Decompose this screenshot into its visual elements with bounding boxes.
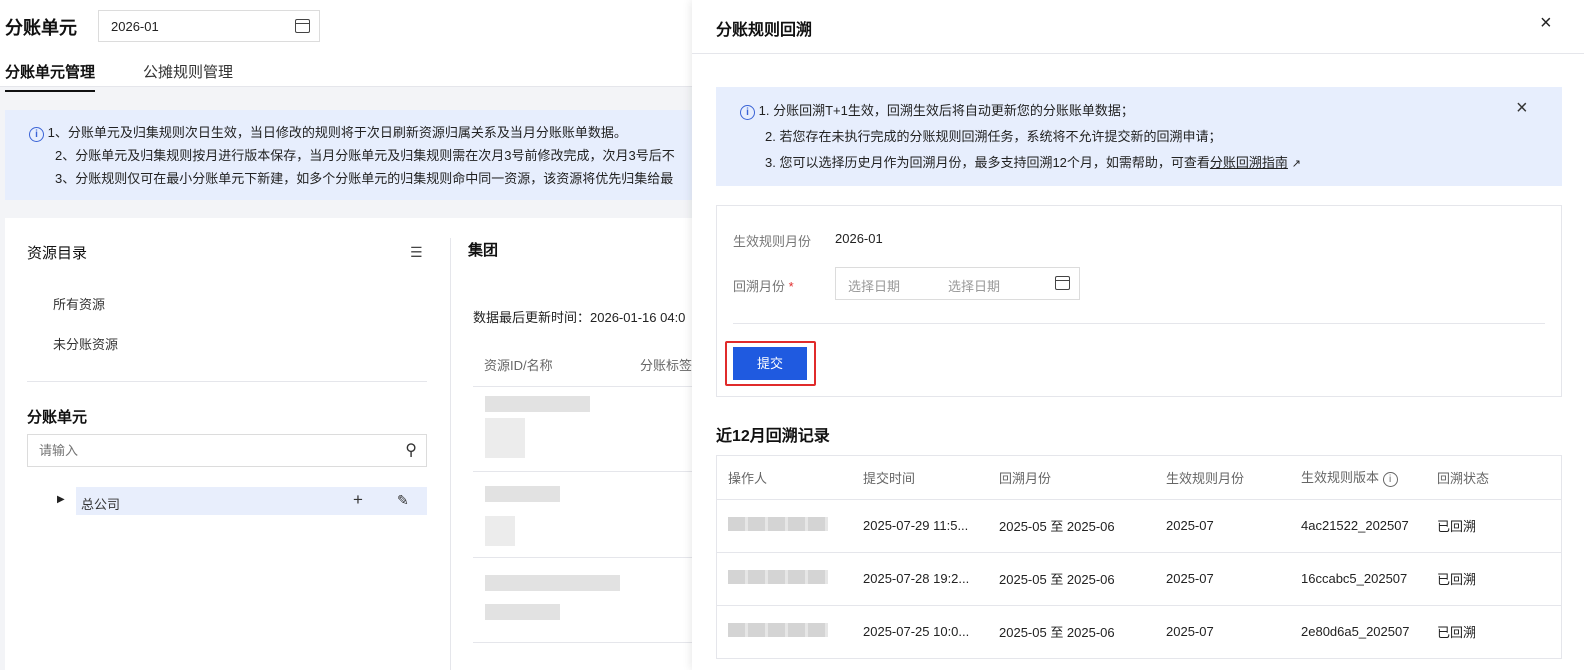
external-link-icon: ↗ [1291,158,1301,170]
notice-line: 3、分账规则仅可在最小分账单元下新建，如多个分账单元的归集规则命中同一资源，该资… [55,171,674,186]
cell-version: 4ac21522_202507 [1290,499,1426,553]
redacted-block [485,604,560,620]
panel-divider [450,238,451,670]
info-icon: i [29,127,44,142]
cell-range: 2025-05 至 2025-06 [988,499,1155,553]
operator-redacted [717,552,852,606]
col-operator: 操作人 [717,456,852,500]
backtrack-month-label: 回溯月份 [733,279,786,294]
cell-status: 已回溯 [1426,499,1561,553]
operator-redacted [717,499,852,553]
unit-search[interactable]: ⚲ [27,434,427,467]
records-title: 近12月回溯记录 [716,428,830,445]
notice-line: 2、分账单元及归集规则按月进行版本保存，当月分账单元及归集规则需在次月3号前修改… [55,148,675,163]
col-tag: 分账标签 [640,358,693,373]
col-effective-month: 生效规则月份 [1155,456,1290,500]
cell-month: 2025-07 [1155,499,1290,553]
info-icon: i [740,105,755,120]
close-notice-icon[interactable]: × [1516,95,1528,121]
record-row: 2025-07-28 19:2... 2025-05 至 2025-06 2025-… [717,552,1561,606]
backtrack-drawer: 分账规则回溯 × i 1. 分账回溯T+1生效，回溯生效后将自动更新您的分账账单… [692,0,1584,670]
last-updated: 数据最后更新时间：2026-01-16 04:0 [473,310,686,325]
calendar-icon [1055,276,1070,290]
cell-version: 16ccabc5_202507 [1290,552,1426,606]
notice-line: 1. 分账回溯T+1生效，回溯生效后将自动更新您的分账账单数据； [758,103,1134,118]
records-table: 操作人 提交时间 回溯月份 生效规则月份 生效规则版本 i 回溯状态 2025-… [716,455,1562,659]
cell-month: 2025-07 [1155,605,1290,659]
month-picker[interactable]: 2026-01 [98,10,320,42]
effective-month-value: 2026-01 [835,231,883,246]
cell-range: 2025-05 至 2025-06 [988,552,1155,606]
drawer-title: 分账规则回溯 [716,22,813,39]
cell-version: 2e80d6a5_202507 [1290,605,1426,659]
cell-range: 2025-05 至 2025-06 [988,605,1155,659]
record-row: 2025-07-25 10:0... 2025-05 至 2025-06 2025-… [717,605,1561,659]
tab-allocation-rules[interactable]: 公摊规则管理 [143,61,233,90]
divider [27,381,427,382]
guide-link[interactable]: 分账回溯指南 [1210,155,1288,170]
col-backtrack-month: 回溯月份 [988,456,1155,500]
tree-item-head-office[interactable]: 总公司 + ✎ [76,487,427,515]
cell-month: 2025-07 [1155,552,1290,606]
group-title: 集团 [468,242,499,259]
collapse-menu-icon[interactable]: ☰ [410,244,426,261]
notice-line: 1、分账单元及归集规则次日生效，当日修改的规则将于次日刷新资源归属关系及当月分账… [47,125,627,140]
backtrack-form: 生效规则月份 2026-01 回溯月份 * 选择日期 选择日期 提交 [716,205,1562,397]
edit-pencil-icon[interactable]: ✎ [397,492,409,509]
notice-line: 3. 您可以选择历史月作为回溯月份，最多支持回溯12个月，如需帮助，可查看 [765,155,1210,170]
info-icon[interactable]: i [1382,472,1398,488]
cell-time: 2025-07-25 10:0... [852,605,988,659]
notice-line: 2. 若您存在未执行完成的分账规则回溯任务，系统将不允许提交新的回溯申请； [765,129,1222,144]
content-card: 资源目录 ☰ 所有资源 未分账资源 分账单元 ⚲ ▶ 总公司 + ✎ 集团 数据… [5,218,692,670]
calendar-icon [295,19,310,33]
cell-time: 2025-07-28 19:2... [852,552,988,606]
backtrack-range-picker[interactable]: 选择日期 选择日期 [835,267,1080,300]
catalog-title: 资源目录 [27,245,88,262]
operator-redacted [717,605,852,659]
col-submit-time: 提交时间 [852,456,988,500]
close-icon[interactable]: × [1540,12,1552,35]
redacted-block [485,516,515,546]
start-date[interactable]: 选择日期 [848,276,900,295]
cell-status: 已回溯 [1426,605,1561,659]
redacted-block [485,396,590,412]
redacted-block [485,418,525,458]
month-value: 2026-01 [111,19,159,34]
catalog-item-unallocated[interactable]: 未分账资源 [53,334,118,353]
end-date[interactable]: 选择日期 [948,276,1000,295]
col-rule-version: 生效规则版本 [1301,470,1380,486]
add-icon[interactable]: + [353,490,363,510]
cell-time: 2025-07-29 11:5... [852,499,988,553]
record-row: 2025-07-29 11:5... 2025-05 至 2025-06 2025-… [717,499,1561,553]
col-resource-id: 资源ID/名称 [484,358,553,373]
required-mark: * [788,279,794,294]
notice-banner: i 1、分账单元及归集规则次日生效，当日修改的规则将于次日刷新资源归属关系及当月… [5,110,692,200]
effective-month-label: 生效规则月份 [733,234,812,249]
catalog-item-all[interactable]: 所有资源 [53,294,105,313]
search-input[interactable] [28,435,388,466]
redacted-block [485,486,560,502]
drawer-notice: i 1. 分账回溯T+1生效，回溯生效后将自动更新您的分账账单数据； 2. 若您… [716,87,1562,186]
expand-triangle-icon[interactable]: ▶ [57,494,65,505]
page-title: 分账单元 [5,18,77,38]
unit-title: 分账单元 [27,409,88,426]
search-icon[interactable]: ⚲ [405,440,417,460]
tree-item-label: 总公司 [81,497,121,512]
cell-status: 已回溯 [1426,552,1561,606]
col-status: 回溯状态 [1426,456,1561,500]
tab-unit-management[interactable]: 分账单元管理 [5,61,96,92]
redacted-block [485,575,620,591]
submit-button[interactable]: 提交 [733,347,807,380]
